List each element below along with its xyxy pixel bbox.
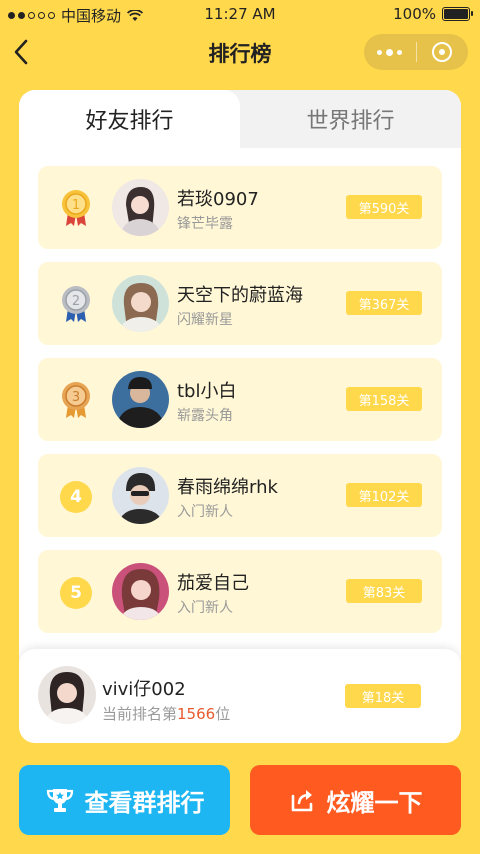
my-level-badge: 第18关	[345, 684, 421, 708]
tab-friends[interactable]: 好友排行	[19, 90, 240, 148]
avatar[interactable]	[112, 371, 169, 428]
ranking-row[interactable]: 5 茄爱自己 入门新人 第83关	[38, 550, 442, 633]
ranking-row[interactable]: 4 春雨绵绵rhk 入门新人 第102关	[38, 454, 442, 537]
player-title: 入门新人	[177, 504, 233, 520]
share-button[interactable]: 炫耀一下	[250, 765, 461, 835]
group-ranking-button[interactable]: 查看群排行	[19, 765, 230, 835]
trophy-icon	[46, 789, 73, 812]
battery-area: 100%	[393, 5, 473, 23]
player-name: 春雨绵绵rhk	[177, 477, 278, 498]
mini-program-capsule	[364, 34, 468, 70]
level-badge: 第590关	[346, 195, 422, 219]
level-badge: 第83关	[346, 579, 422, 603]
my-ranking-row[interactable]: vivi仔002 当前排名第1566位 第18关	[19, 649, 461, 743]
share-label: 炫耀一下	[326, 788, 423, 817]
status-bar: 中国移动 11:27 AM 100%	[0, 0, 480, 28]
rank-suffix: 位	[215, 705, 231, 723]
my-name: vivi仔002	[102, 679, 186, 700]
gold-medal-icon: 1	[62, 190, 90, 226]
medal-number: 2	[72, 294, 80, 309]
player-title: 入门新人	[177, 600, 233, 616]
level-badge: 第158关	[346, 387, 422, 411]
player-name: 茄爱自己	[177, 573, 249, 594]
silver-medal-icon: 2	[62, 286, 90, 322]
bronze-medal-icon: 3	[62, 382, 90, 418]
group-ranking-label: 查看群排行	[84, 788, 205, 817]
player-title: 崭露头角	[177, 408, 233, 424]
share-icon	[291, 790, 312, 812]
avatar[interactable]	[112, 275, 169, 332]
tab-bar: 好友排行 世界排行	[19, 90, 461, 148]
ranking-row[interactable]: 1 若琰0907 锋芒毕露 第590关	[38, 166, 442, 249]
rank-prefix: 当前排名第	[102, 705, 178, 723]
avatar[interactable]	[112, 179, 169, 236]
tab-world[interactable]: 世界排行	[240, 90, 461, 148]
player-name: 若琰0907	[177, 189, 259, 210]
medal-number: 3	[72, 390, 80, 405]
battery-icon	[442, 7, 473, 21]
rank-number: 5	[60, 577, 92, 609]
avatar[interactable]	[112, 563, 169, 620]
nav-bar: 排行榜	[0, 28, 480, 76]
avatar[interactable]	[112, 467, 169, 524]
level-badge: 第102关	[346, 483, 422, 507]
ranking-list: 1 若琰0907 锋芒毕露 第590关 2 天空下的蔚蓝海 闪耀新星 第367关…	[38, 166, 442, 646]
player-name: tbl小白	[177, 381, 237, 402]
player-title: 闪耀新星	[177, 312, 233, 328]
medal-number: 1	[72, 198, 80, 213]
level-badge: 第367关	[346, 291, 422, 315]
rank-value: 1566	[177, 705, 216, 723]
ranking-row[interactable]: 3 tbl小白 崭露头角 第158关	[38, 358, 442, 441]
rank-number: 4	[60, 481, 92, 513]
more-icon[interactable]	[364, 48, 416, 56]
close-target-icon[interactable]	[417, 42, 469, 62]
my-avatar[interactable]	[38, 666, 96, 724]
battery-label: 100%	[393, 5, 436, 23]
my-rank-text: 当前排名第1566位	[102, 703, 230, 724]
player-name: 天空下的蔚蓝海	[177, 285, 303, 306]
player-title: 锋芒毕露	[177, 216, 233, 232]
ranking-row[interactable]: 2 天空下的蔚蓝海 闪耀新星 第367关	[38, 262, 442, 345]
leaderboard-card: 好友排行 世界排行 1 若琰0907 锋芒毕露 第590关 2 天空下的蔚蓝海 …	[19, 90, 461, 743]
